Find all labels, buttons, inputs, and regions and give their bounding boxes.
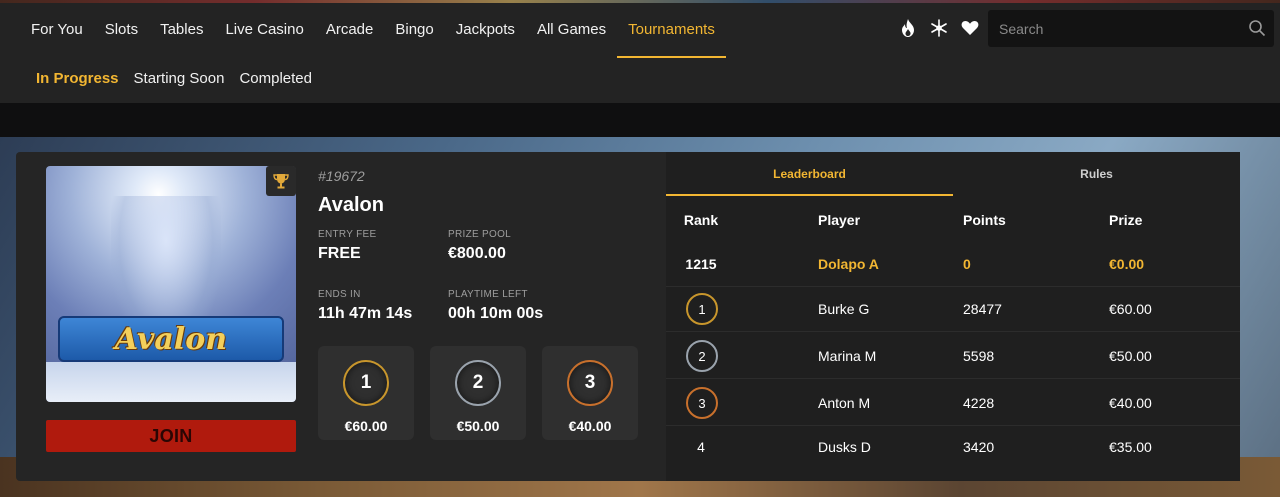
prize-amount: €40.00 bbox=[568, 418, 612, 434]
nav-item-for-you[interactable]: For You bbox=[20, 0, 94, 58]
row-points: 3420 bbox=[963, 439, 995, 455]
row-prize: €50.00 bbox=[1109, 347, 1152, 364]
entry-fee-value: FREE bbox=[318, 245, 361, 262]
tournament-name: Avalon bbox=[318, 194, 384, 216]
search-input[interactable] bbox=[988, 20, 1238, 37]
top-navigation-bar: For You Slots Tables Live Casino Arcade … bbox=[0, 0, 1280, 103]
prize-amount: €60.00 bbox=[344, 418, 388, 434]
rank-badge: 1 bbox=[686, 293, 718, 325]
row-points: 4228 bbox=[963, 394, 995, 411]
row-rank: 1215 bbox=[685, 255, 717, 272]
leaderboard-row: 4 Dusks D 3420 €35.00 bbox=[666, 424, 1240, 470]
prize-place-badge: 1 bbox=[343, 360, 389, 406]
search-box bbox=[988, 10, 1274, 47]
header-player: Player bbox=[818, 212, 861, 228]
nav-item-tables[interactable]: Tables bbox=[149, 0, 214, 58]
prize-amount: €50.00 bbox=[456, 418, 500, 434]
row-player: Burke G bbox=[818, 300, 870, 317]
header-points: Points bbox=[963, 212, 1006, 228]
nav-item-bingo[interactable]: Bingo bbox=[384, 0, 444, 58]
tab-rules[interactable]: Rules bbox=[953, 152, 1240, 196]
prize-pool-value: €800.00 bbox=[448, 245, 506, 262]
main-nav: For You Slots Tables Live Casino Arcade … bbox=[20, 0, 726, 58]
subnav-completed[interactable]: Completed bbox=[239, 66, 312, 91]
header-rank: Rank bbox=[683, 212, 719, 228]
leaderboard-row: 2 Marina M 5598 €50.00 bbox=[666, 333, 1240, 379]
row-prize: €60.00 bbox=[1109, 300, 1152, 317]
nav-item-all-games[interactable]: All Games bbox=[526, 0, 617, 58]
prize-box-2nd: 2 €50.00 bbox=[430, 346, 526, 440]
leaderboard-panel: Leaderboard Rules Rank Player Points Pri… bbox=[666, 152, 1240, 481]
tab-leaderboard[interactable]: Leaderboard bbox=[666, 152, 953, 196]
row-player: Dolapo A bbox=[818, 255, 879, 272]
row-player: Dusks D bbox=[818, 439, 871, 455]
tournament-id: #19672 bbox=[318, 168, 365, 184]
row-prize: €0.00 bbox=[1109, 255, 1145, 272]
leaderboard-row: 3 Anton M 4228 €40.00 bbox=[666, 380, 1240, 426]
nav-item-live-casino[interactable]: Live Casino bbox=[214, 0, 314, 58]
row-player: Anton M bbox=[818, 394, 871, 411]
prize-place-badge: 2 bbox=[455, 360, 501, 406]
row-rank: 4 bbox=[697, 439, 705, 455]
prize-pool-label: PRIZE POOL bbox=[448, 229, 512, 240]
row-prize: €35.00 bbox=[1109, 439, 1152, 455]
thumbnail-clouds bbox=[46, 362, 296, 402]
nav-item-slots[interactable]: Slots bbox=[94, 0, 149, 58]
heart-icon[interactable] bbox=[960, 18, 980, 38]
prize-box-1st: 1 €60.00 bbox=[318, 346, 414, 440]
game-logo-text: Avalon bbox=[114, 321, 228, 357]
leaderboard-row: 1 Burke G 28477 €60.00 bbox=[666, 286, 1240, 332]
row-prize: €40.00 bbox=[1109, 394, 1152, 411]
nav-item-arcade[interactable]: Arcade bbox=[315, 0, 385, 58]
rank-badge: 3 bbox=[686, 387, 718, 419]
trophy-icon bbox=[266, 166, 296, 196]
nav-item-tournaments[interactable]: Tournaments bbox=[617, 0, 726, 58]
prize-box-3rd: 3 €40.00 bbox=[542, 346, 638, 440]
playtime-left-value: 00h 10m 00s bbox=[448, 305, 544, 322]
leaderboard-tabs: Leaderboard Rules bbox=[666, 152, 1240, 196]
snowflake-icon[interactable] bbox=[929, 18, 949, 38]
leaderboard-row-current-user: 1215 Dolapo A 0 €0.00 bbox=[666, 241, 1240, 287]
playtime-left-label: PLAYTIME LEFT bbox=[448, 289, 528, 300]
prize-place-badge: 3 bbox=[567, 360, 613, 406]
row-points: 0 bbox=[963, 255, 971, 272]
row-points: 5598 bbox=[963, 347, 995, 364]
nav-item-jackpots[interactable]: Jackpots bbox=[445, 0, 526, 58]
subnav-in-progress[interactable]: In Progress bbox=[36, 66, 119, 91]
tournament-subnav: In Progress Starting Soon Completed bbox=[36, 66, 312, 91]
fire-icon[interactable] bbox=[898, 18, 918, 38]
game-logo: Avalon bbox=[58, 316, 284, 362]
join-button[interactable]: JOIN bbox=[46, 420, 296, 452]
search-icon[interactable] bbox=[1248, 19, 1266, 37]
rank-badge: 2 bbox=[686, 340, 718, 372]
tournament-card: Avalon JOIN #19672 Avalon ENTRY FEE FREE… bbox=[16, 152, 1240, 481]
header-prize: Prize bbox=[1109, 212, 1143, 228]
row-player: Marina M bbox=[818, 347, 877, 364]
ends-in-label: ENDS IN bbox=[318, 289, 361, 300]
quick-icons bbox=[898, 18, 980, 38]
game-thumbnail[interactable]: Avalon bbox=[46, 166, 296, 402]
subnav-starting-soon[interactable]: Starting Soon bbox=[134, 66, 225, 91]
row-points: 28477 bbox=[963, 300, 1002, 317]
entry-fee-label: ENTRY FEE bbox=[318, 229, 377, 240]
leaderboard-header: Rank Player Points Prize bbox=[666, 197, 1240, 243]
ends-in-value: 11h 47m 14s bbox=[318, 305, 413, 322]
